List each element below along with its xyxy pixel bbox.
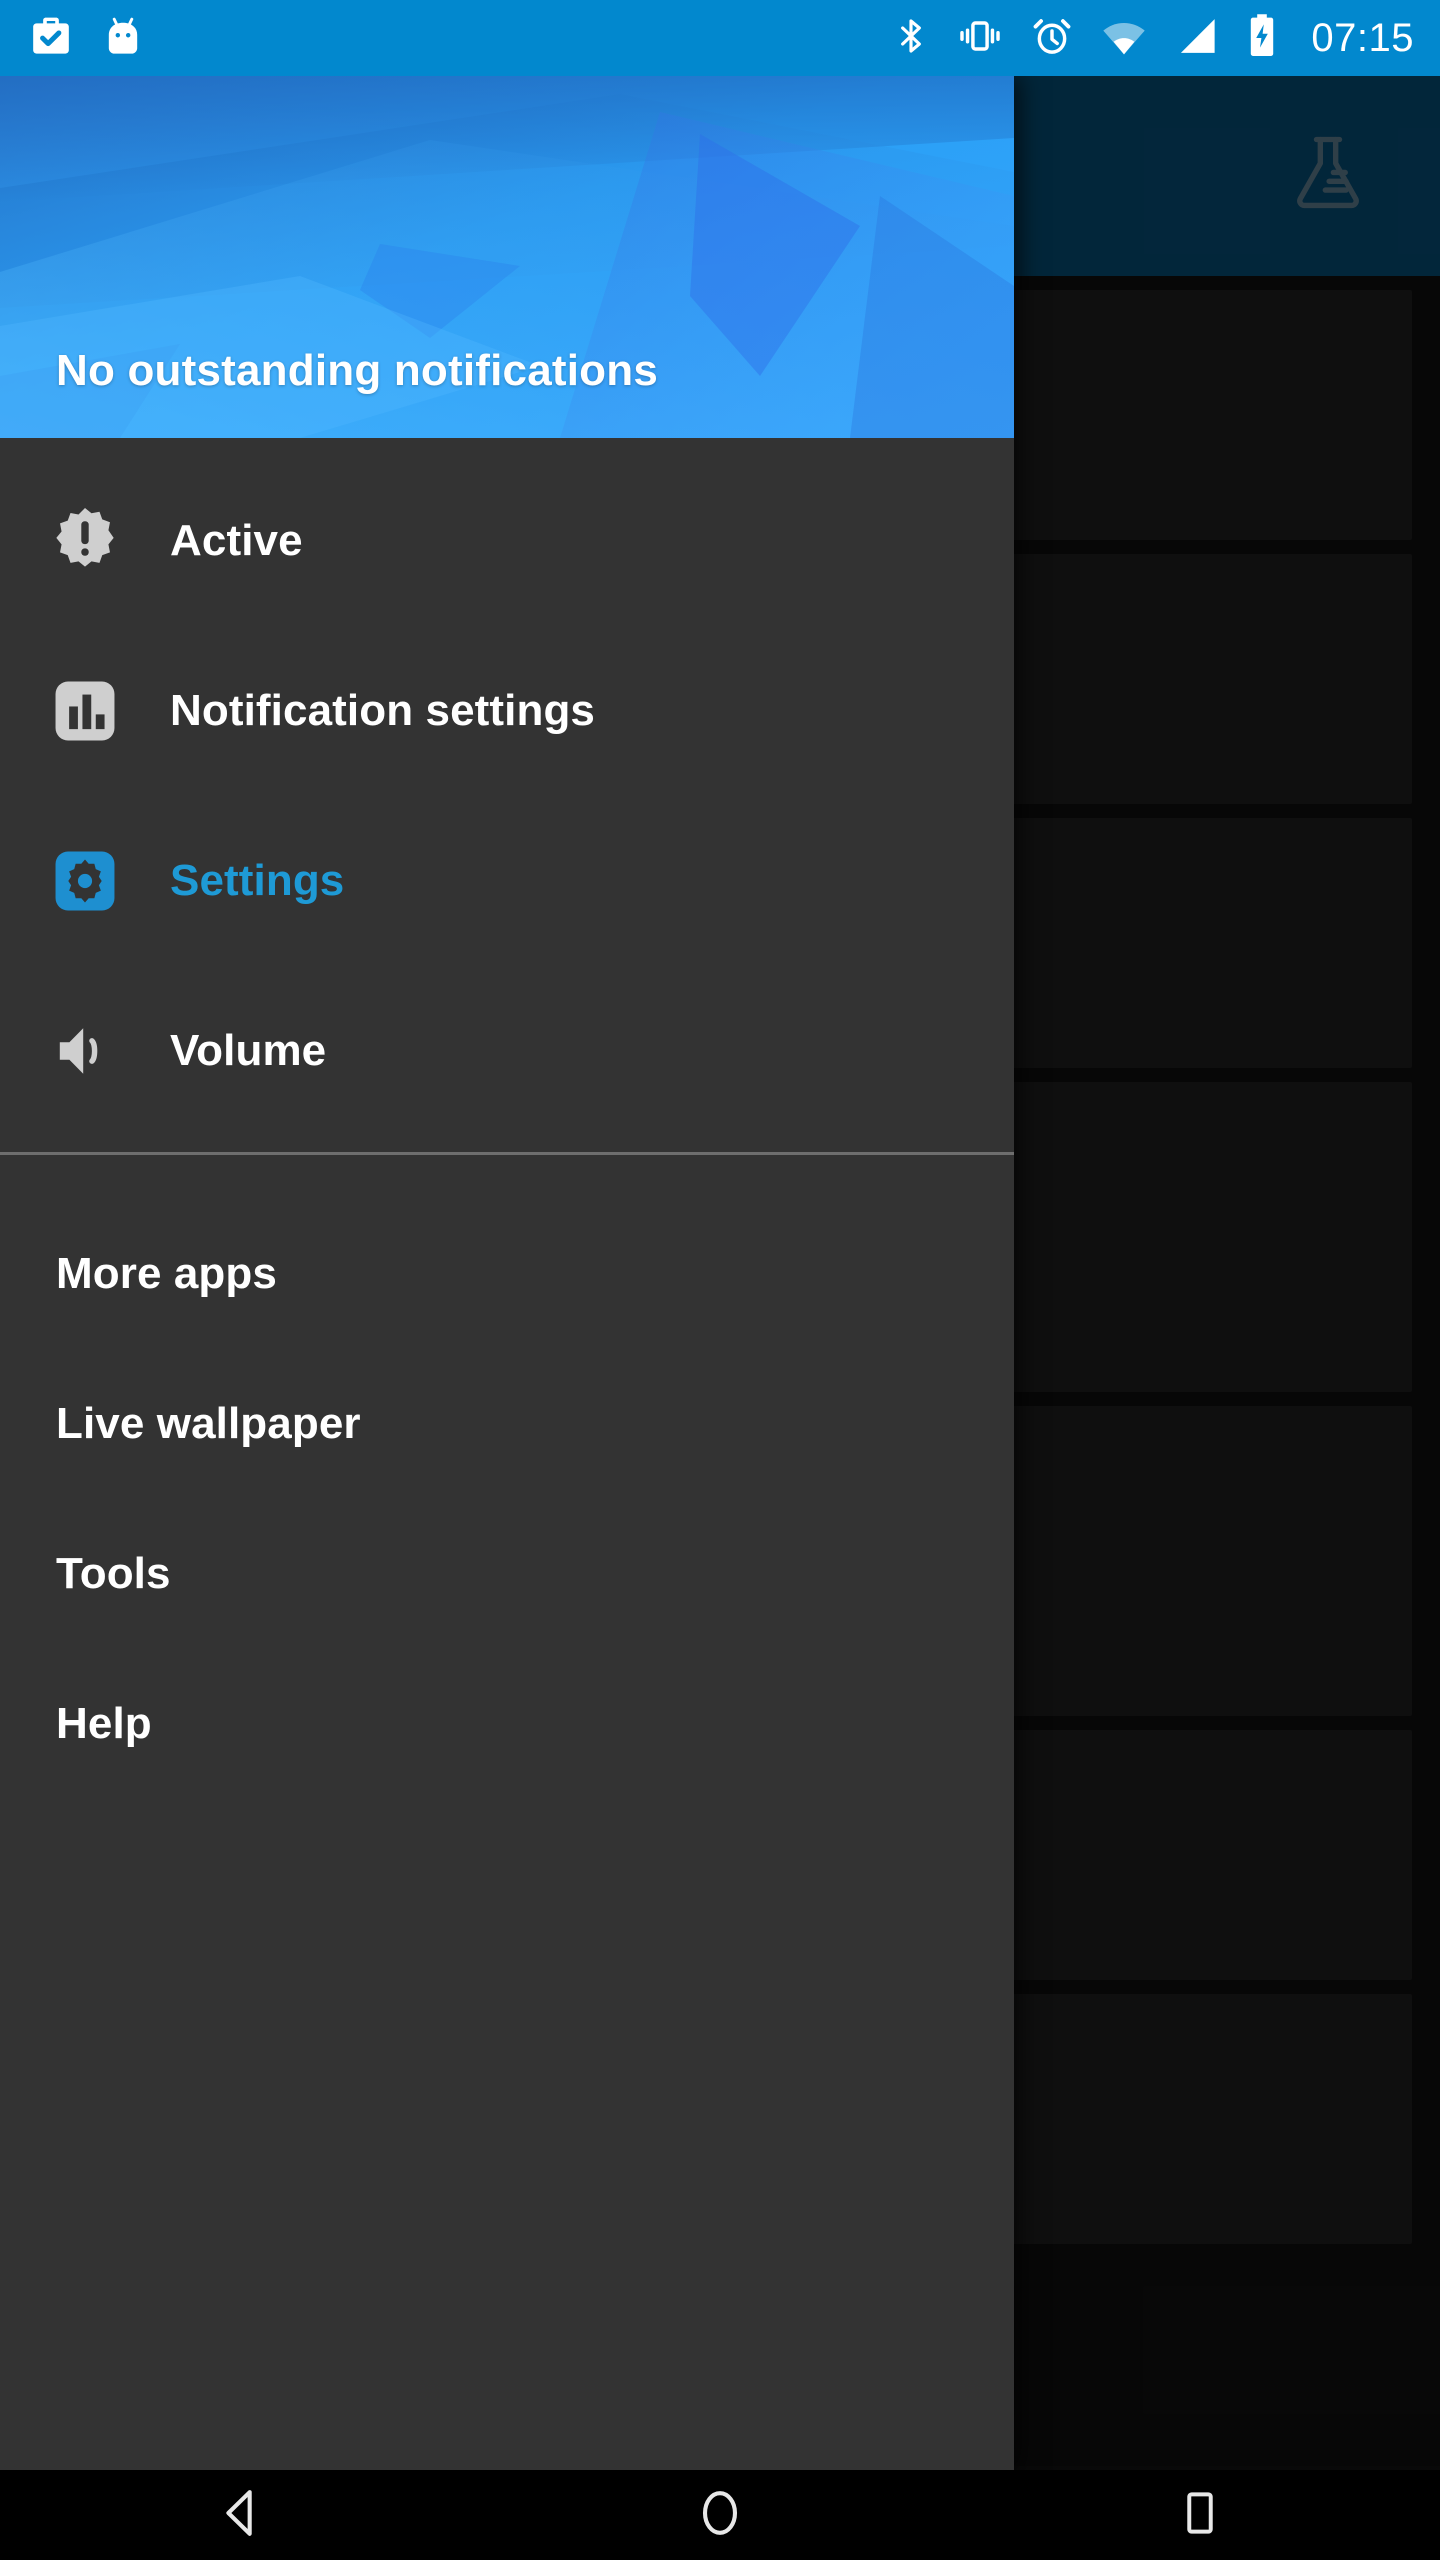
home-button[interactable] (480, 2484, 960, 2547)
wifi-icon (1099, 13, 1149, 64)
vibrate-icon (955, 13, 1005, 64)
navigation-drawer: No outstanding notifications Active Noti… (0, 76, 1014, 2470)
home-circle-icon (691, 2484, 749, 2547)
alarm-icon (1029, 13, 1075, 64)
bar-chart-icon (0, 677, 170, 745)
drawer-primary-group: Active Notification settings Settings Vo… (0, 438, 1014, 1152)
phone-screen: latest or highest on in the blets. Plus … (0, 0, 1440, 2560)
alert-badge-icon (0, 504, 170, 578)
drawer-item-help[interactable]: Help (0, 1649, 1014, 1799)
gear-icon (0, 847, 170, 915)
drawer-item-active[interactable]: Active (0, 456, 1014, 626)
drawer-secondary-group: More apps Live wallpaper Tools Help (0, 1155, 1014, 1799)
drawer-item-live-wallpaper[interactable]: Live wallpaper (0, 1349, 1014, 1499)
drawer-item-more-apps[interactable]: More apps (0, 1199, 1014, 1349)
status-bar-right-icons: 07:15 (891, 12, 1440, 65)
drawer-item-settings[interactable]: Settings (0, 796, 1014, 966)
drawer-header-title: No outstanding notifications (56, 346, 658, 395)
drawer-item-label: Live wallpaper (56, 1399, 361, 1448)
drawer-item-label: Active (170, 516, 303, 565)
back-triangle-icon (211, 2484, 269, 2547)
drawer-item-label: Help (56, 1699, 152, 1748)
recents-button[interactable] (960, 2485, 1440, 2546)
status-bar-left-icons (0, 13, 146, 64)
work-profile-briefcase-icon (28, 13, 74, 64)
android-mascot-icon (100, 13, 146, 64)
battery-charging-icon (1245, 12, 1279, 65)
drawer-item-notification-settings[interactable]: Notification settings (0, 626, 1014, 796)
status-bar-clock: 07:15 (1311, 15, 1414, 60)
back-button[interactable] (0, 2484, 480, 2547)
volume-speaker-icon (0, 1015, 170, 1087)
recents-square-icon (1172, 2485, 1228, 2546)
drawer-item-tools[interactable]: Tools (0, 1499, 1014, 1649)
drawer-header[interactable]: No outstanding notifications (0, 76, 1014, 438)
drawer-item-label: Notification settings (170, 686, 595, 735)
status-bar[interactable]: 07:15 (0, 0, 1440, 76)
drawer-item-label: Tools (56, 1549, 171, 1598)
drawer-item-label: More apps (56, 1249, 277, 1298)
drawer-item-label: Settings (170, 856, 345, 905)
cellular-signal-icon (1173, 13, 1221, 64)
system-navigation-bar (0, 2470, 1440, 2560)
drawer-item-volume[interactable]: Volume (0, 966, 1014, 1136)
drawer-item-label: Volume (170, 1026, 327, 1075)
bluetooth-icon (891, 13, 931, 64)
